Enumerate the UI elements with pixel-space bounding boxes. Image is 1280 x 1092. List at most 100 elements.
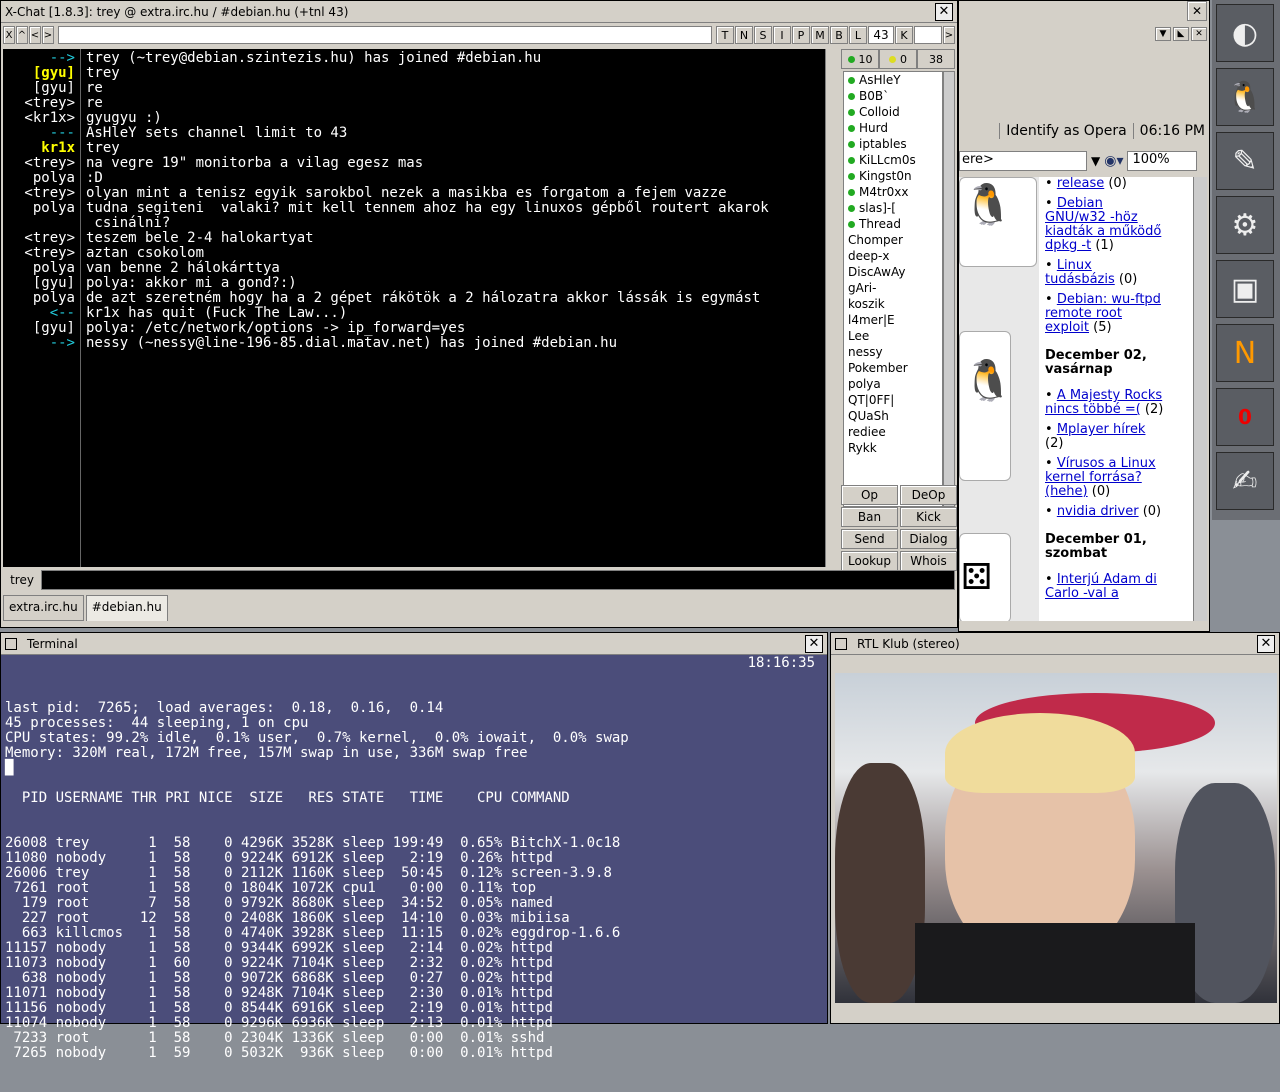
user-list-item[interactable]: Rykk: [844, 440, 942, 456]
user-list-item[interactable]: AsHleY: [844, 72, 942, 88]
user-list-item[interactable]: M4tr0xx: [844, 184, 942, 200]
user-list[interactable]: AsHleY B0B` Colloid Hurd iptables KiLLcm0s Kin…: [843, 71, 943, 507]
globe-icon[interactable]: ◉▾: [1104, 153, 1123, 169]
lookup-button[interactable]: Lookup: [841, 551, 898, 571]
monitor-icon[interactable]: ▣: [1216, 260, 1274, 318]
deop-button[interactable]: DeOp: [900, 485, 957, 505]
tab-server[interactable]: extra.irc.hu: [3, 595, 84, 621]
close-icon[interactable]: ✕: [805, 634, 823, 653]
user-list-item[interactable]: deep-x: [844, 248, 942, 264]
mode-button[interactable]: P: [792, 26, 810, 44]
ban-button[interactable]: Ban: [841, 507, 898, 527]
user-list-item[interactable]: Hurd: [844, 120, 942, 136]
mode-button[interactable]: T: [716, 26, 734, 44]
close-icon[interactable]: ✕: [935, 2, 953, 21]
user-list-item[interactable]: DiscAwAy: [844, 264, 942, 280]
menu-icon[interactable]: ▼: [1155, 27, 1171, 41]
user-name: l4mer|E: [848, 313, 895, 327]
n-logo-icon[interactable]: N: [1216, 324, 1274, 382]
user-name: AsHleY: [859, 73, 901, 87]
comment-count: (2): [1140, 402, 1164, 417]
dialog-button[interactable]: Dialog: [900, 529, 957, 549]
user-list-item[interactable]: koszik: [844, 296, 942, 312]
editor-icon[interactable]: ✍: [1216, 452, 1274, 510]
user-list-item[interactable]: Lee: [844, 328, 942, 344]
prev-tab-button[interactable]: <: [29, 26, 41, 44]
xchat-titlebar[interactable]: X-Chat [1.8.3]: trey @ extra.irc.hu / #d…: [1, 1, 957, 23]
chat-scrollbar[interactable]: [825, 49, 837, 567]
message-input[interactable]: [41, 570, 955, 590]
topic-input[interactable]: [58, 26, 712, 44]
process-row: 11080 nobody 1 58 0 9224K 6912K sleep 2:…: [5, 850, 553, 866]
gnu-logo-icon[interactable]: ◐: [1216, 4, 1274, 62]
comment-count: (1): [1091, 238, 1114, 253]
mode-button[interactable]: B: [830, 26, 848, 44]
bullet-icon: •: [1045, 504, 1057, 519]
user-list-item[interactable]: l4mer|E: [844, 312, 942, 328]
input-nick[interactable]: trey: [3, 573, 41, 587]
terminal-output[interactable]: 18:16:35 last pid: 7265; load averages: …: [1, 655, 827, 1092]
counter-icon[interactable]: 0: [1216, 388, 1274, 446]
address-select[interactable]: ere>: [959, 151, 1087, 171]
close-icon[interactable]: ✕: [1191, 27, 1207, 41]
toggle-userlist-button[interactable]: >: [943, 26, 955, 44]
news-link[interactable]: Mplayer hírek: [1057, 422, 1146, 437]
minimize-icon[interactable]: [5, 637, 17, 650]
user-list-scrollbar[interactable]: [943, 71, 955, 507]
user-list-item[interactable]: rediee: [844, 424, 942, 440]
zoom-select[interactable]: 100%: [1127, 151, 1198, 171]
user-list-item[interactable]: Kingst0n: [844, 168, 942, 184]
user-list-item[interactable]: Chomper: [844, 232, 942, 248]
close-icon[interactable]: ✕: [1257, 634, 1275, 653]
penguin-icon: 🐧: [963, 358, 1013, 404]
mode-button[interactable]: L: [849, 26, 867, 44]
process-row: 7233 root 1 58 0 2304K 1336K sleep 0:00 …: [5, 1030, 545, 1046]
user-list-item[interactable]: slas]-[: [844, 200, 942, 216]
tv-titlebar[interactable]: RTL Klub (stereo) ✕: [831, 633, 1279, 655]
limit-input[interactable]: 43: [868, 26, 894, 44]
send-button[interactable]: Send: [841, 529, 898, 549]
mode-button[interactable]: S: [754, 26, 772, 44]
op-button[interactable]: Op: [841, 485, 898, 505]
graphics-icon[interactable]: ✎: [1216, 132, 1274, 190]
news-link[interactable]: Interjú Adam di Carlo -val a: [1045, 572, 1157, 601]
mode-k-button[interactable]: K: [895, 26, 913, 44]
terminal-header-line: last pid: 7265; load averages: 0.18, 0.1…: [5, 700, 444, 716]
gear-icon[interactable]: ⚙: [1216, 196, 1274, 254]
user-list-item[interactable]: Pokember: [844, 360, 942, 376]
news-link[interactable]: release: [1057, 177, 1104, 191]
user-name: gAri-: [848, 281, 877, 295]
mode-button[interactable]: I: [773, 26, 791, 44]
chat-nick: <--: [49, 305, 75, 321]
close-icon[interactable]: ✕: [1187, 1, 1207, 21]
user-list-item[interactable]: Thread: [844, 216, 942, 232]
user-list-item[interactable]: QT|0FF|: [844, 392, 942, 408]
kick-button[interactable]: Kick: [900, 507, 957, 527]
next-tab-button[interactable]: >: [42, 26, 54, 44]
minimize-icon[interactable]: [835, 637, 847, 650]
identify-as-button[interactable]: Identify as Opera: [999, 123, 1127, 139]
user-list-item[interactable]: gAri-: [844, 280, 942, 296]
whois-button[interactable]: Whois: [900, 551, 957, 571]
user-list-item[interactable]: Colloid: [844, 104, 942, 120]
close-tab-button[interactable]: X: [3, 26, 15, 44]
tab-channel[interactable]: #debian.hu: [85, 595, 168, 621]
chevron-down-icon[interactable]: ▼: [1091, 154, 1100, 168]
opera-scrollbar[interactable]: [1193, 177, 1207, 621]
user-list-item[interactable]: KiLLcm0s: [844, 152, 942, 168]
terminal-titlebar[interactable]: Terminal ✕: [1, 633, 827, 655]
user-list-item[interactable]: polya: [844, 376, 942, 392]
key-input[interactable]: [914, 26, 942, 44]
terminal-penguin-icon[interactable]: 🐧: [1216, 68, 1274, 126]
user-list-item[interactable]: B0B`: [844, 88, 942, 104]
user-list-item[interactable]: nessy: [844, 344, 942, 360]
xchat-window: X-Chat [1.8.3]: trey @ extra.irc.hu / #d…: [0, 0, 958, 628]
detach-button[interactable]: ^: [16, 26, 28, 44]
user-list-item[interactable]: iptables: [844, 136, 942, 152]
news-link[interactable]: nvidia driver: [1057, 504, 1139, 519]
mode-button[interactable]: N: [735, 26, 753, 44]
user-list-item[interactable]: QUaSh: [844, 408, 942, 424]
restore-icon[interactable]: ◣: [1173, 27, 1189, 41]
terminal-clock: 18:16:35: [747, 655, 815, 671]
mode-button[interactable]: M: [811, 26, 829, 44]
